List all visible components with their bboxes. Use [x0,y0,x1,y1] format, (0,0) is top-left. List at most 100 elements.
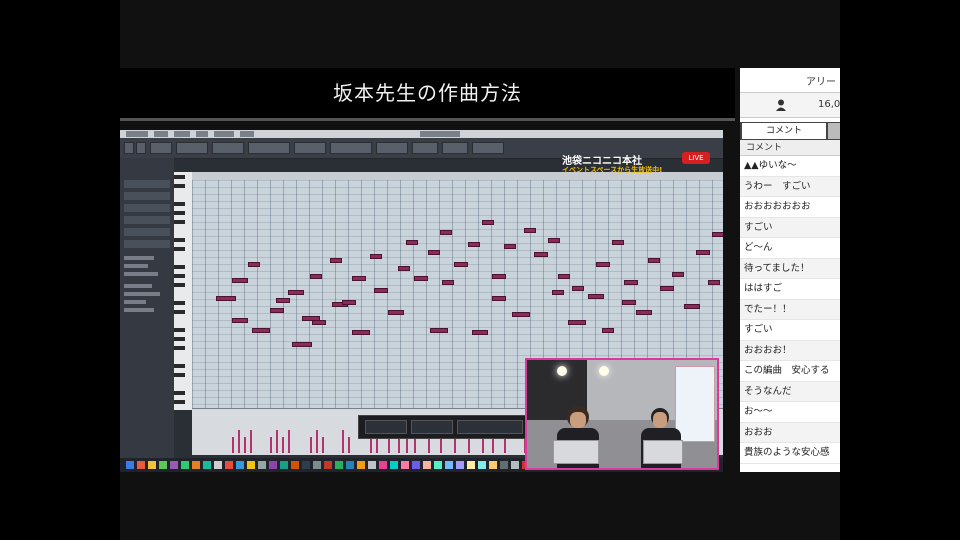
midi-note[interactable] [342,300,356,305]
velocity-bar[interactable] [414,437,416,453]
dock-app-icon[interactable] [324,461,332,469]
toolbar-button[interactable] [176,142,208,154]
piano-black-key[interactable] [174,211,185,215]
dock-app-icon[interactable] [346,461,354,469]
velocity-bar[interactable] [342,430,344,453]
midi-note[interactable] [302,316,320,321]
toolbar-button[interactable] [124,142,134,154]
dock-app-icon[interactable] [423,461,431,469]
midi-note[interactable] [504,244,516,249]
dock-app-icon[interactable] [434,461,442,469]
inspector-row[interactable] [124,204,170,212]
midi-note[interactable] [276,298,290,303]
midi-note[interactable] [310,274,322,279]
midi-note[interactable] [492,296,506,301]
piano-black-key[interactable] [174,265,185,269]
tab-comments[interactable]: コメント [742,123,826,139]
velocity-bar[interactable] [276,430,278,453]
inspector-row[interactable] [124,192,170,200]
dock-app-icon[interactable] [467,461,475,469]
velocity-bar[interactable] [440,437,442,453]
midi-note[interactable] [672,272,684,277]
velocity-bar[interactable] [316,430,318,453]
dock-app-icon[interactable] [489,461,497,469]
midi-note[interactable] [292,342,312,347]
dock-app-icon[interactable] [357,461,365,469]
midi-note[interactable] [370,254,382,259]
midi-note[interactable] [374,288,388,293]
midi-note[interactable] [660,286,674,291]
midi-note[interactable] [216,296,236,301]
inspector-row[interactable] [124,228,170,236]
velocity-bar[interactable] [468,437,470,453]
toolbar-button[interactable] [136,142,146,154]
piano-black-key[interactable] [174,238,185,242]
midi-note[interactable] [398,266,410,271]
midi-note[interactable] [352,330,370,335]
velocity-bar[interactable] [238,430,240,453]
midi-note[interactable] [406,240,418,245]
midi-note[interactable] [548,238,560,243]
piano-black-key[interactable] [174,220,185,224]
velocity-bar[interactable] [282,437,284,453]
piano-black-key[interactable] [174,373,185,377]
velocity-bar[interactable] [270,437,272,453]
piano-black-key[interactable] [174,310,185,314]
velocity-bar[interactable] [232,437,234,453]
midi-note[interactable] [468,242,480,247]
toolbar-button[interactable] [472,142,504,154]
midi-note[interactable] [696,250,710,255]
piano-black-key[interactable] [174,328,185,332]
piano-black-key[interactable] [174,274,185,278]
piano-black-key[interactable] [174,364,185,368]
midi-note[interactable] [252,328,270,333]
dock-app-icon[interactable] [291,461,299,469]
piano-black-key[interactable] [174,337,185,341]
dock-app-icon[interactable] [159,461,167,469]
velocity-bar[interactable] [376,437,378,453]
dock-app-icon[interactable] [401,461,409,469]
toolbar-button[interactable] [294,142,326,154]
midi-note[interactable] [232,318,248,323]
dock-app-icon[interactable] [247,461,255,469]
dock-app-icon[interactable] [313,461,321,469]
midi-note[interactable] [622,300,636,305]
midi-note[interactable] [352,276,366,281]
midi-note[interactable] [454,262,468,267]
dock-app-icon[interactable] [126,461,134,469]
dock-app-icon[interactable] [511,461,519,469]
midi-note[interactable] [624,280,638,285]
velocity-bar[interactable] [244,437,246,453]
midi-note[interactable] [428,250,440,255]
dock-app-icon[interactable] [368,461,376,469]
midi-note[interactable] [414,276,428,281]
dock-app-icon[interactable] [214,461,222,469]
piano-black-key[interactable] [174,184,185,188]
piano-black-key[interactable] [174,247,185,251]
toolbar-button[interactable] [376,142,408,154]
midi-note[interactable] [430,328,448,333]
velocity-bar[interactable] [310,437,312,453]
dock-app-icon[interactable] [258,461,266,469]
dock-app-icon[interactable] [225,461,233,469]
piano-black-key[interactable] [174,175,185,179]
toolbar-button[interactable] [150,142,172,154]
midi-note[interactable] [684,304,700,309]
midi-note[interactable] [648,258,660,263]
dock-app-icon[interactable] [236,461,244,469]
midi-note[interactable] [492,274,506,279]
piano-keyboard[interactable] [174,172,192,410]
piano-black-key[interactable] [174,346,185,350]
dock-app-icon[interactable] [203,461,211,469]
midi-note[interactable] [388,310,404,315]
midi-note[interactable] [534,252,548,257]
midi-note[interactable] [440,230,452,235]
dock-app-icon[interactable] [500,461,508,469]
midi-note[interactable] [612,240,624,245]
midi-note[interactable] [596,262,610,267]
piano-black-key[interactable] [174,301,185,305]
toolbar-button[interactable] [330,142,372,154]
dock-app-icon[interactable] [379,461,387,469]
piano-black-key[interactable] [174,283,185,287]
tab-other[interactable] [828,123,840,139]
